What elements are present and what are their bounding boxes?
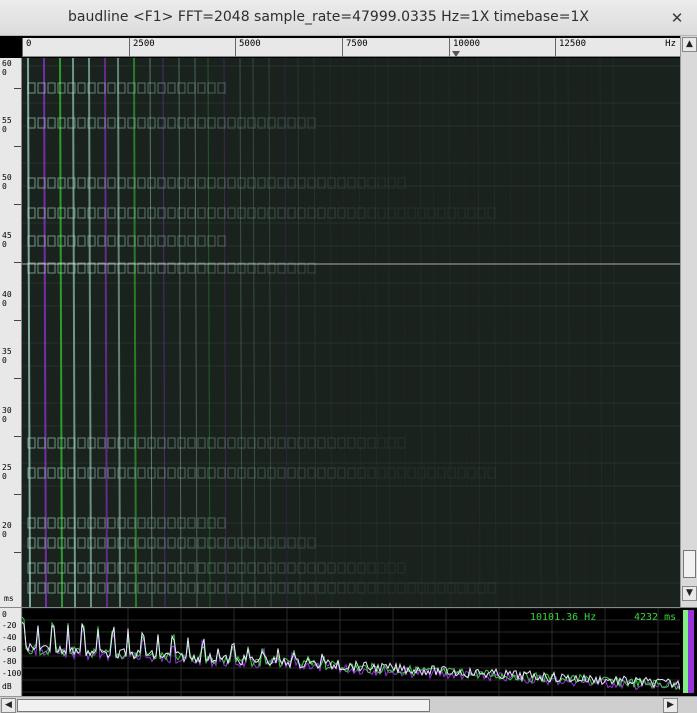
- freq-tick: 10000: [449, 38, 480, 57]
- frequency-readout: 10101.36 Hz: [530, 612, 597, 623]
- freq-tick-label: 7500: [346, 39, 368, 49]
- time-ruler[interactable]: 600 550 500 450 400 350 300 250 200 ms: [0, 58, 22, 607]
- freq-tick-label: 2500: [133, 39, 155, 49]
- vertical-scrollbar[interactable]: ▲ ▼: [680, 36, 697, 607]
- vertical-scroll-thumb[interactable]: [683, 550, 696, 578]
- db-axis: 0 -20 -40 -60 -80 -100 dB: [0, 607, 22, 696]
- time-tick-label: 350: [2, 347, 12, 365]
- time-tick: [14, 552, 21, 553]
- frequency-ruler[interactable]: 0 2500 5000 7500 10000 12500 Hz: [22, 38, 680, 57]
- arrow-left-icon: ◀: [5, 700, 12, 710]
- spectrum-display[interactable]: 10101.36 Hz 4232 ms: [21, 607, 681, 697]
- scroll-left-button[interactable]: ◀: [1, 698, 16, 713]
- time-unit-label: ms: [4, 594, 14, 603]
- db-tick-label: -80: [2, 657, 17, 666]
- db-tick-label: -60: [2, 645, 17, 654]
- time-tick: [14, 262, 21, 263]
- freq-tick-label: 5000: [239, 39, 261, 49]
- spectrogram-image: [22, 58, 680, 607]
- time-tick-label: 300: [2, 406, 12, 424]
- time-tick: [14, 436, 21, 437]
- spectrogram-display[interactable]: [22, 58, 680, 607]
- db-tick-label: -20: [2, 621, 17, 630]
- scroll-right-button[interactable]: ▶: [663, 698, 678, 713]
- scroll-down-button[interactable]: ▼: [682, 586, 697, 601]
- freq-tick-label: 12500: [559, 39, 587, 49]
- frequency-cursor-marker: [452, 51, 460, 57]
- scroll-up-button[interactable]: ▲: [682, 37, 697, 52]
- time-tick-label: 600: [2, 59, 12, 77]
- arrow-right-icon: ▶: [667, 700, 674, 710]
- arrow-down-icon: ▼: [686, 588, 693, 598]
- close-button[interactable]: ✕: [667, 8, 687, 28]
- window-title: baudline <F1> FFT=2048 sample_rate=47999…: [68, 9, 589, 25]
- time-tick: [14, 494, 21, 495]
- baudline-window: 0 2500 5000 7500 10000 12500 Hz 600 550 …: [0, 36, 697, 713]
- freq-tick-label: 0: [26, 39, 32, 49]
- time-tick: [14, 378, 21, 379]
- freq-tick: 7500: [342, 38, 368, 57]
- freq-tick: 2500: [129, 38, 155, 57]
- db-tick-label: 0: [2, 610, 7, 619]
- horizontal-scroll-thumb[interactable]: [17, 699, 430, 712]
- freq-unit-label: Hz: [665, 39, 676, 49]
- time-tick-label: 500: [2, 173, 12, 191]
- freq-tick: 0: [22, 38, 31, 57]
- db-unit-label: dB: [2, 682, 12, 691]
- db-tick-label: -40: [2, 633, 17, 642]
- db-tick-label: -100: [2, 669, 22, 678]
- time-tick-label: 400: [2, 290, 12, 308]
- time-tick: [14, 88, 21, 89]
- color-aperture[interactable]: [680, 607, 697, 696]
- time-tick-label: 550: [2, 116, 12, 134]
- time-tick-label: 450: [2, 231, 12, 249]
- time-tick: [14, 320, 21, 321]
- time-readout: 4232 ms: [634, 612, 677, 623]
- time-tick-label: 250: [2, 463, 12, 481]
- arrow-up-icon: ▲: [686, 39, 693, 49]
- time-tick: [14, 204, 21, 205]
- freq-tick: 5000: [235, 38, 261, 57]
- color-swatch: [683, 610, 694, 693]
- time-tick: [14, 146, 21, 147]
- freq-tick-label: 10000: [453, 39, 481, 49]
- horizontal-scrollbar[interactable]: ◀ ▶: [0, 696, 697, 713]
- title-bar: baudline <F1> FFT=2048 sample_rate=47999…: [0, 0, 697, 36]
- freq-tick: 12500: [555, 38, 586, 57]
- close-icon: ✕: [670, 9, 684, 27]
- time-tick-label: 200: [2, 521, 12, 539]
